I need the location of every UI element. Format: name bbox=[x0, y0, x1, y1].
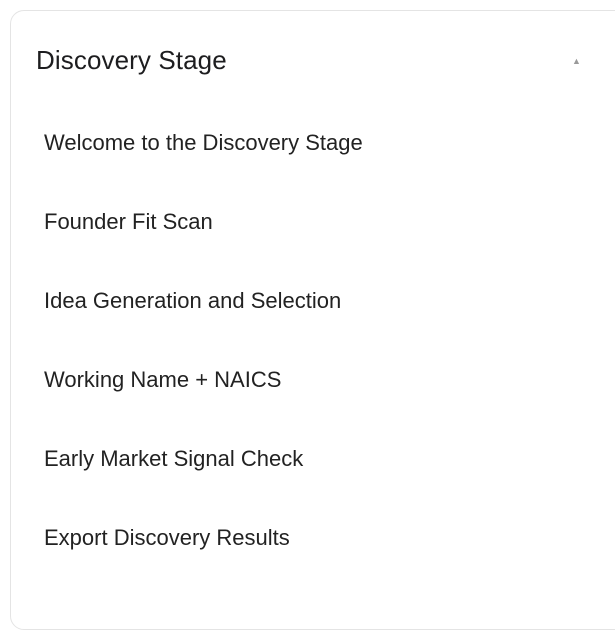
list-item-working-name-naics[interactable]: Working Name + NAICS bbox=[11, 353, 615, 432]
list-item-idea-generation[interactable]: Idea Generation and Selection bbox=[11, 274, 615, 353]
item-label: Founder Fit Scan bbox=[44, 209, 213, 234]
discovery-stage-header[interactable]: Discovery Stage ▲ bbox=[11, 11, 615, 109]
section-title: Discovery Stage bbox=[36, 45, 227, 75]
item-label: Working Name + NAICS bbox=[44, 367, 282, 392]
list-item-export-discovery-results[interactable]: Export Discovery Results bbox=[11, 511, 615, 590]
list-item-founder-fit-scan[interactable]: Founder Fit Scan bbox=[11, 195, 615, 274]
section-items-list: Welcome to the Discovery Stage Founder F… bbox=[11, 116, 615, 590]
list-item-welcome[interactable]: Welcome to the Discovery Stage bbox=[11, 116, 615, 195]
discovery-stage-panel: Discovery Stage ▲ Welcome to the Discove… bbox=[10, 10, 615, 630]
item-label: Early Market Signal Check bbox=[44, 446, 304, 471]
caret-up-icon[interactable]: ▲ bbox=[572, 48, 581, 74]
item-label: Welcome to the Discovery Stage bbox=[44, 130, 363, 155]
list-item-early-market-signal[interactable]: Early Market Signal Check bbox=[11, 432, 615, 511]
item-label: Export Discovery Results bbox=[44, 525, 290, 550]
item-label: Idea Generation and Selection bbox=[44, 288, 342, 313]
